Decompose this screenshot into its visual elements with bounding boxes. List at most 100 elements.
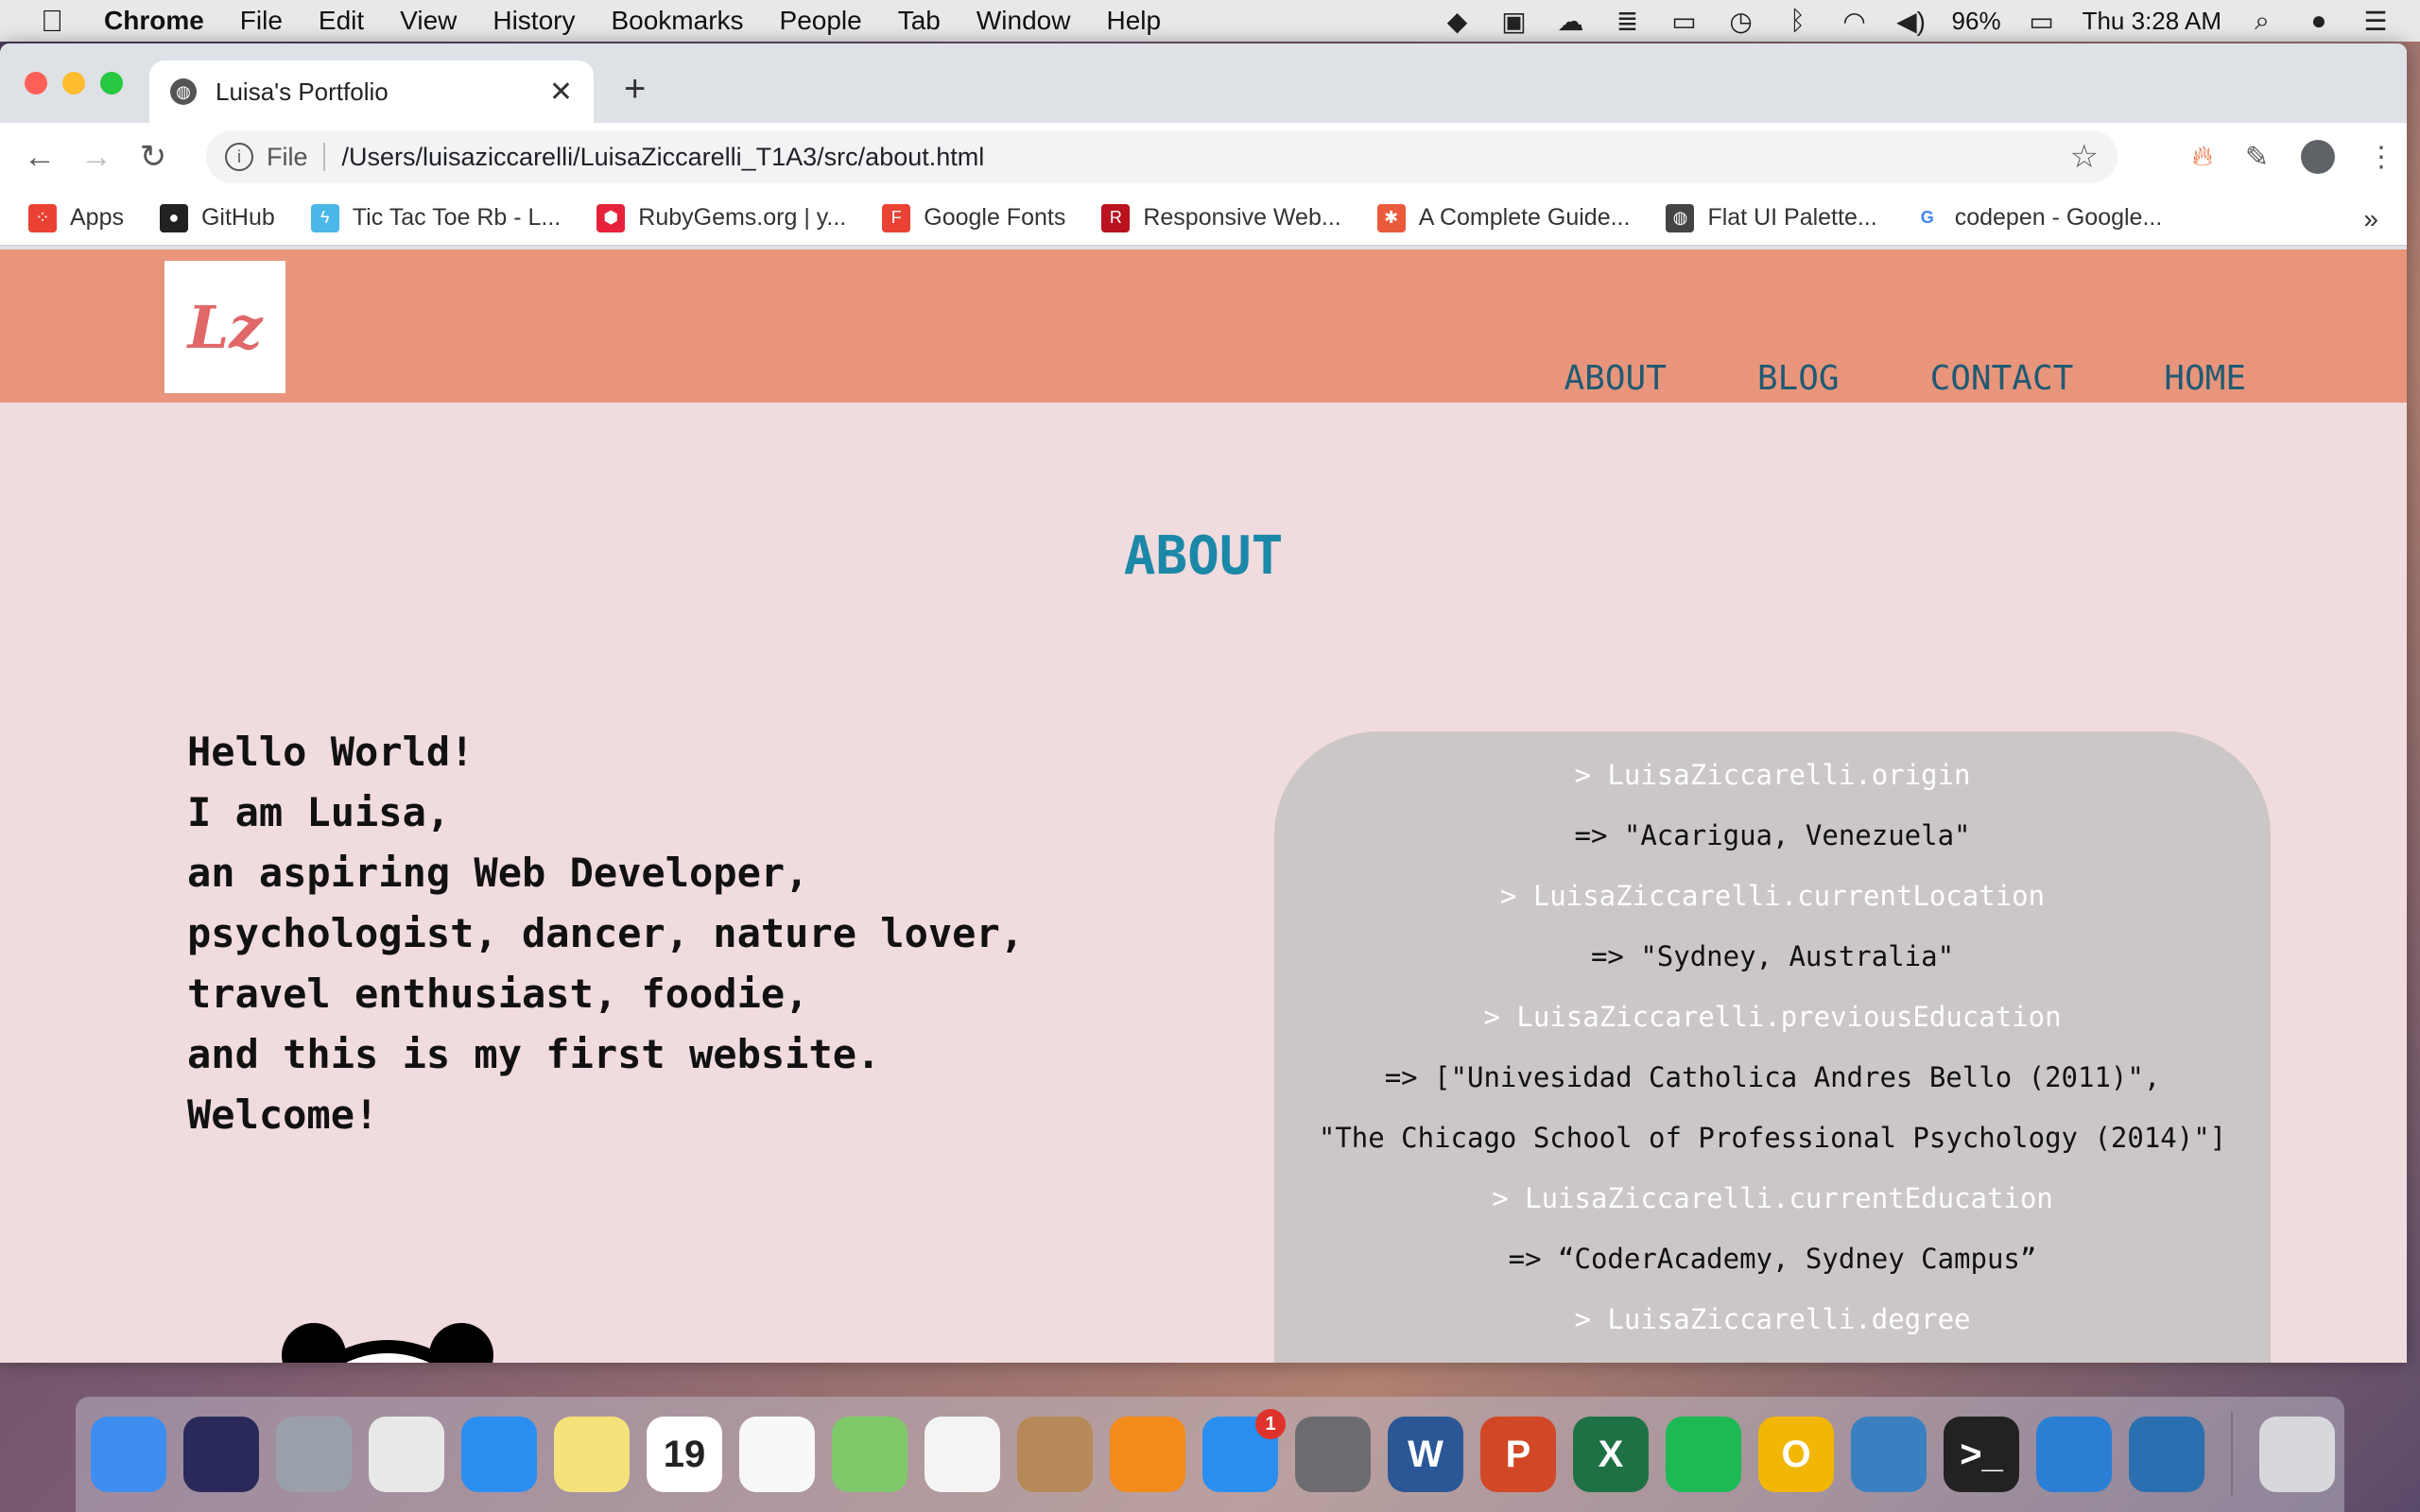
calendar-icon[interactable]: 19	[647, 1417, 722, 1492]
maps-icon[interactable]	[832, 1417, 908, 1492]
menu-history[interactable]: History	[493, 6, 575, 36]
chrome-menu-icon[interactable]: ⋮	[2367, 141, 2395, 174]
battery-icon[interactable]: ▭	[2026, 7, 2058, 36]
battery-percent[interactable]: 96%	[1952, 7, 2001, 36]
menu-view[interactable]: View	[400, 6, 457, 36]
excel-icon-label: X	[1598, 1433, 1624, 1475]
spotify-icon[interactable]	[1666, 1417, 1741, 1492]
bookmark-item[interactable]: ϟ Tic Tac Toe Rb - L...	[310, 203, 561, 232]
siri-icon[interactable]	[183, 1417, 259, 1492]
outlook-icon[interactable]: O	[1758, 1417, 1834, 1492]
bookmark-item[interactable]: R Responsive Web...	[1101, 203, 1341, 232]
zoom-window-button[interactable]	[100, 72, 123, 94]
bookmark-item[interactable]: ◍ Flat UI Palette...	[1666, 203, 1877, 232]
photos-icon[interactable]	[925, 1417, 1000, 1492]
omnibox-divider	[322, 143, 325, 171]
minimize-window-button[interactable]	[62, 72, 85, 94]
wifi-icon[interactable]: ◠	[1839, 7, 1871, 36]
nav-link-blog[interactable]: BLOG	[1757, 359, 1840, 398]
close-tab-icon[interactable]: ✕	[549, 76, 573, 109]
dropbox-icon[interactable]: ◆	[1442, 7, 1474, 36]
console-command: > LuisaZiccarelli.currentEducation	[1492, 1182, 2053, 1214]
menu-window[interactable]: Window	[977, 6, 1071, 36]
menu-help[interactable]: Help	[1106, 6, 1161, 36]
notes-icon[interactable]	[554, 1417, 630, 1492]
clock[interactable]: Thu 3:28 AM	[2083, 7, 2221, 36]
console-panel: > LuisaZiccarelli.origin => "Acarigua, Ve…	[1274, 731, 2271, 1363]
forward-arrow-icon[interactable]: →	[68, 139, 125, 176]
dock: 19 1 W P X O >_	[76, 1397, 2344, 1512]
menu-bookmarks[interactable]: Bookmarks	[611, 6, 743, 36]
trash-icon[interactable]	[2259, 1417, 2335, 1492]
terminal-icon[interactable]: >_	[1944, 1417, 2019, 1492]
notification-badge: 1	[1255, 1409, 1286, 1439]
books-icon[interactable]	[1110, 1417, 1185, 1492]
wd-drive-icon[interactable]: ▣	[1498, 7, 1530, 36]
menu-file[interactable]: File	[240, 6, 283, 36]
bookmark-label: Flat UI Palette...	[1707, 204, 1877, 231]
reload-icon[interactable]: ↻	[125, 138, 182, 176]
outlook-icon-label: O	[1781, 1433, 1811, 1475]
creative-cloud-icon[interactable]: ☁	[1555, 7, 1587, 36]
spotlight-search-icon[interactable]: ⌕	[2246, 6, 2278, 35]
url-text[interactable]: /Users/luisaziccarelli/LuisaZiccarelli_T…	[342, 143, 2070, 172]
siri-icon[interactable]: ●	[2303, 6, 2335, 35]
fire-extension-icon[interactable]: 🔥︎	[2192, 141, 2213, 173]
address-bar[interactable]: i File /Users/luisaziccarelli/LuisaZicca…	[206, 130, 2118, 183]
eyedropper-extension-icon[interactable]: ✎	[2245, 141, 2269, 174]
notification-center-icon[interactable]: ☰	[2360, 7, 2392, 36]
bookmark-item[interactable]: ⬢ RubyGems.org | y...	[596, 203, 846, 232]
console-command: > LuisaZiccarelli.currentLocation	[1499, 880, 2046, 912]
bookmark-label: Apps	[70, 204, 124, 231]
brackets-icon[interactable]	[2129, 1417, 2204, 1492]
network-icon[interactable]	[1851, 1417, 1927, 1492]
contacts-icon[interactable]	[1017, 1417, 1093, 1492]
back-arrow-icon[interactable]: ←	[11, 139, 68, 176]
bookmarks-overflow-button[interactable]: »	[2363, 204, 2378, 234]
url-scheme: File	[267, 142, 308, 171]
console-command: > LuisaZiccarelli.origin	[1574, 759, 1971, 791]
system-preferences-icon[interactable]	[1295, 1417, 1371, 1492]
menu-tab[interactable]: Tab	[898, 6, 941, 36]
nav-link-contact[interactable]: CONTACT	[1930, 359, 2074, 398]
app-store-icon[interactable]: 1	[1202, 1409, 1286, 1492]
bookmark-item[interactable]: Gcodepen - Google...	[1912, 203, 2162, 232]
bookmark-item[interactable]: F Google Fonts	[882, 203, 1065, 232]
safari-icon[interactable]	[461, 1417, 537, 1492]
vscode-icon[interactable]	[2036, 1417, 2112, 1492]
menu-people[interactable]: People	[780, 6, 862, 36]
bookmark-item[interactable]: ⁘ Apps	[28, 203, 124, 232]
web-page: Lz ABOUT BLOG CONTACT HOME ABOUT Hello Worl…	[0, 249, 2407, 1363]
launchpad-icon[interactable]	[276, 1417, 352, 1492]
site-logo[interactable]: Lz	[164, 261, 285, 393]
bluetooth-icon[interactable]: ᛒ	[1782, 6, 1814, 35]
airplay-icon[interactable]: ▭	[1668, 7, 1701, 36]
repl-icon: ϟ	[310, 203, 339, 232]
finder-icon[interactable]	[91, 1417, 166, 1492]
reminders-icon[interactable]	[739, 1417, 815, 1492]
bookmark-item[interactable]: ✱ A Complete Guide...	[1376, 203, 1630, 232]
nav-link-about[interactable]: ABOUT	[1564, 359, 1667, 398]
nav-link-home[interactable]: HOME	[2164, 359, 2246, 398]
stack-icon[interactable]: ≣	[1612, 7, 1644, 36]
chrome-icon[interactable]	[369, 1417, 444, 1492]
macos-menu-bar:  Chrome File Edit View History Bookmarks Peop…	[0, 0, 2420, 42]
word-icon[interactable]: W	[1388, 1417, 1463, 1492]
powerpoint-icon[interactable]: P	[1480, 1417, 1556, 1492]
apple-menu-icon[interactable]: 	[0, 4, 104, 39]
bookmark-star-icon[interactable]: ☆	[2070, 138, 2099, 176]
volume-icon[interactable]: ◀)	[1895, 7, 1927, 36]
menu-chrome[interactable]: Chrome	[104, 6, 204, 36]
menu-edit[interactable]: Edit	[319, 6, 364, 36]
profile-avatar-icon[interactable]	[2301, 140, 2335, 174]
excel-icon[interactable]: X	[1573, 1417, 1649, 1492]
new-tab-button[interactable]: +	[624, 68, 646, 111]
intro-line: I am Luisa,	[187, 789, 451, 835]
time-machine-icon[interactable]: ◷	[1725, 7, 1757, 36]
bookmark-item[interactable]: ● GitHub	[159, 203, 275, 232]
tab-luisas-portfolio[interactable]: ◍ Luisa's Portfolio ✕	[149, 60, 594, 123]
info-icon[interactable]: i	[225, 143, 253, 171]
panda-illustration	[282, 1323, 493, 1363]
intro-line: an aspiring Web Developer,	[187, 850, 809, 896]
close-window-button[interactable]	[25, 72, 47, 94]
